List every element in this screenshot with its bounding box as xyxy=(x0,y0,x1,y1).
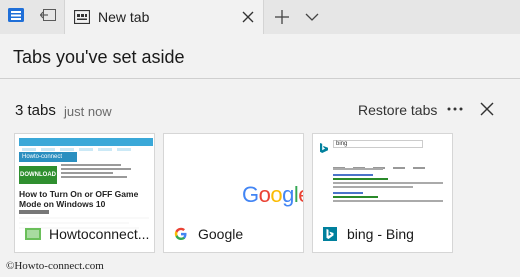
chevron-down-icon xyxy=(305,13,319,21)
restore-tabs-button[interactable]: Restore tabs xyxy=(358,102,437,118)
plus-icon xyxy=(275,10,289,24)
set-tabs-aside-button[interactable] xyxy=(32,0,64,34)
tabs-aside-button[interactable] xyxy=(0,0,32,34)
tab-thumbnail-howtoconnect[interactable]: Howto-connect DOWNLOAD How to Turn On or… xyxy=(14,133,155,253)
preview-text-lines xyxy=(61,164,131,180)
tab-group-header: 3 tabs just now Restore tabs xyxy=(0,96,520,124)
tab-thumbnail-bing[interactable]: bing bing - Bing xyxy=(312,133,453,253)
tab-group-time: just now xyxy=(64,104,112,119)
preview-headline: How to Turn On or OFF Game Mode on Windo… xyxy=(19,189,139,209)
card-footer: Google xyxy=(164,216,303,252)
preview-search-box: bing xyxy=(333,140,423,148)
ellipsis-icon xyxy=(447,107,463,111)
preview-site-badge: Howto-connect xyxy=(19,152,77,162)
tab-new-tab[interactable]: New tab xyxy=(64,0,264,34)
tab-strip: New tab xyxy=(0,0,520,34)
divider xyxy=(0,78,520,79)
google-g-icon xyxy=(174,227,190,241)
card-label: bing - Bing xyxy=(347,226,414,242)
bing-mini-logo xyxy=(320,140,328,158)
close-tab-button[interactable] xyxy=(239,8,257,26)
preview-nav-bar xyxy=(19,138,153,151)
google-logo: Google xyxy=(242,182,303,207)
preview-ad-banner: DOWNLOAD xyxy=(19,166,57,184)
bing-logo-icon xyxy=(323,227,339,241)
tab-preview-toggle-button[interactable] xyxy=(300,0,324,34)
howto-connect-favicon xyxy=(25,227,41,241)
more-options-button[interactable] xyxy=(444,98,466,120)
card-label: Google xyxy=(198,226,244,242)
close-icon xyxy=(480,102,494,116)
close-icon xyxy=(242,11,254,23)
tab-title: New tab xyxy=(98,9,150,25)
panel-title: Tabs you've set aside xyxy=(13,47,185,67)
set-tabs-aside-icon xyxy=(39,8,56,26)
tabs-aside-icon xyxy=(8,7,24,27)
card-footer: bing - Bing xyxy=(313,216,452,252)
new-tab-button[interactable] xyxy=(268,0,296,34)
new-tab-page-icon xyxy=(73,9,91,29)
tab-thumbnail-google[interactable]: Google Google xyxy=(163,133,304,253)
card-label: Howtoconnect... xyxy=(49,226,150,242)
remove-tab-group-button[interactable] xyxy=(476,98,498,120)
card-footer: Howtoconnect... xyxy=(15,216,154,252)
watermark: ©Howto-connect.com xyxy=(6,260,104,272)
tab-count: 3 tabs xyxy=(15,102,56,119)
preview-results xyxy=(333,168,443,204)
